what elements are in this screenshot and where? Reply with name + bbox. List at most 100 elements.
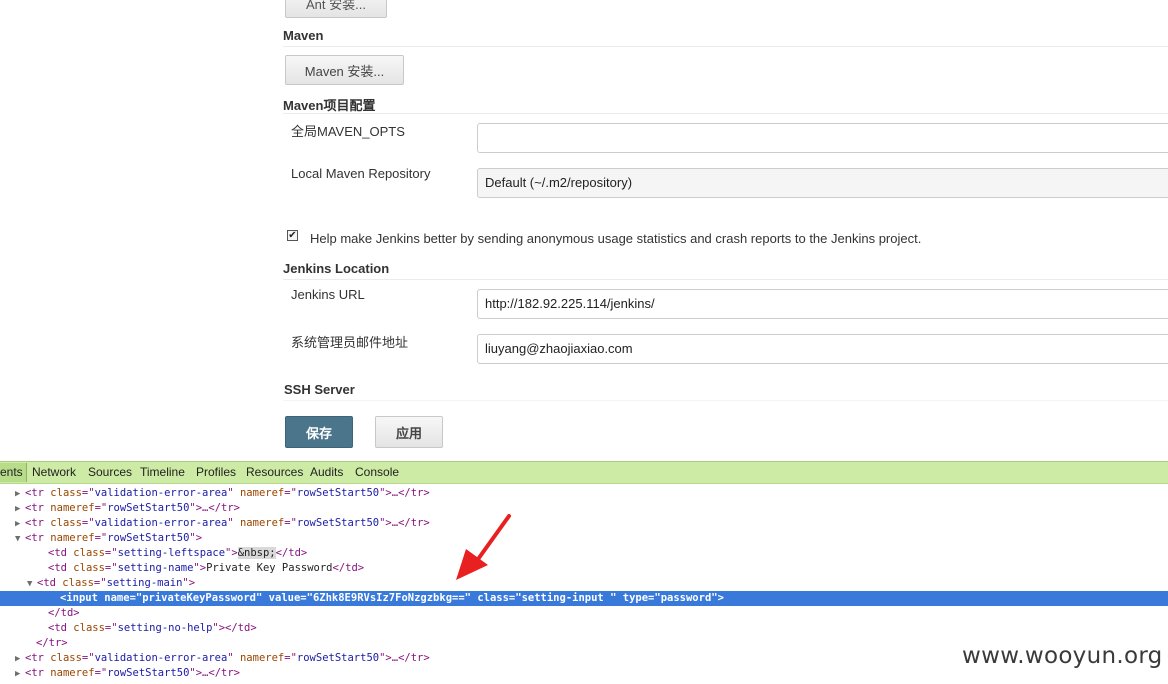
attr-name: class — [50, 517, 82, 529]
attr-name: type — [622, 592, 649, 604]
attr-value: validation-error-area — [94, 487, 228, 499]
attr-name: class — [73, 547, 105, 559]
collapse-triangle-icon[interactable]: ▼ — [15, 532, 25, 547]
expand-triangle-icon[interactable]: ▶ — [15, 502, 25, 517]
expand-triangle-icon[interactable]: ▶ — [15, 667, 25, 682]
expand-triangle-icon[interactable]: ▶ — [15, 517, 25, 532]
dom-node[interactable]: <td class="setting-leftspace">&nbsp;</td… — [0, 546, 1168, 561]
attr-name: class — [50, 487, 82, 499]
dom-node[interactable]: ▶ <tr class="validation-error-area" namer… — [0, 516, 1168, 531]
tab-audits[interactable]: Audits — [310, 465, 343, 479]
attr-value: password — [660, 592, 712, 604]
attr-name: nameref — [239, 487, 285, 499]
tag-close: ></td> — [218, 622, 257, 634]
tag-open: <td — [37, 577, 63, 589]
maven-opts-label: 全局MAVEN_OPTS — [291, 124, 405, 139]
usage-stats-label: Help make Jenkins better by sending anon… — [310, 231, 922, 246]
attr-name: value — [268, 592, 301, 604]
attr-value: rowSetStart50 — [296, 652, 380, 664]
tab-sources[interactable]: Sources — [88, 465, 132, 479]
tab-console[interactable]: Console — [355, 465, 399, 479]
usage-stats-checkbox[interactable]: ✔ — [287, 230, 298, 241]
ssh-server-header: SSH Server — [284, 382, 355, 397]
tag-close: >…</tr> — [385, 517, 430, 529]
dom-node[interactable]: ▶ <tr class="validation-error-area" namer… — [0, 486, 1168, 501]
attr-value: rowSetStart50 — [107, 502, 190, 514]
node-text: Private Key Password — [206, 562, 333, 574]
attr-value: validation-error-area — [94, 517, 228, 529]
apply-button[interactable]: 应用 — [375, 416, 443, 448]
attr-name: class — [73, 562, 105, 574]
dom-node[interactable]: </td> — [0, 606, 1168, 621]
tag-close: > — [231, 547, 238, 559]
tag-close: >…</tr> — [195, 502, 240, 514]
tab-profiles[interactable]: Profiles — [196, 465, 236, 479]
section-divider — [283, 279, 1168, 280]
admin-email-label: 系统管理员邮件地址 — [291, 335, 409, 350]
attr-value: rowSetStart50 — [107, 667, 190, 679]
maven-section-header: Maven — [283, 28, 324, 43]
tag-close: > — [188, 577, 196, 589]
attr-value: setting-main — [106, 577, 183, 589]
dom-node[interactable]: ▼ <tr nameref="rowSetStart50"> — [0, 531, 1168, 546]
tab-resources[interactable]: Resources — [246, 465, 303, 479]
section-divider — [283, 113, 1168, 114]
tag-open: <tr — [25, 502, 51, 514]
tab-elements[interactable]: ents — [0, 463, 27, 482]
tag-close: </td> — [332, 562, 365, 574]
expand-triangle-icon[interactable]: ▶ — [15, 652, 25, 667]
maven-config-header: Maven项目配置 — [283, 98, 376, 113]
dom-node[interactable]: <td class="setting-name">Private Key Pas… — [0, 561, 1168, 576]
attr-value: rowSetStart50 — [296, 487, 380, 499]
tag-close: </td> — [275, 547, 308, 559]
dom-node[interactable]: ▼ <td class="setting-main"> — [0, 576, 1168, 591]
tag-open: </tr> — [36, 637, 68, 649]
tag-open: <tr — [25, 517, 51, 529]
dom-node-selected[interactable]: <input name="privateKeyPassword" value="… — [0, 591, 1168, 606]
ant-install-button[interactable]: Ant 安装... — [285, 0, 387, 18]
attr-value: privateKeyPassword — [142, 592, 257, 604]
local-maven-repo-select[interactable]: Default (~/.m2/repository) — [477, 168, 1168, 198]
admin-email-input[interactable]: liuyang@zhaojiaxiao.com — [477, 334, 1168, 364]
tag-close: > — [717, 592, 724, 604]
tag-close: >…</tr> — [385, 487, 430, 499]
save-button[interactable]: 保存 — [285, 416, 353, 448]
section-divider — [283, 46, 1168, 47]
attr-name: name — [104, 592, 130, 604]
attr-name: class — [50, 652, 82, 664]
tag-close: >…</tr> — [195, 667, 240, 679]
attr-name: nameref — [239, 652, 285, 664]
entity-text: &nbsp; — [237, 547, 276, 559]
dom-node[interactable]: ▶ <tr nameref="rowSetStart50">…</tr> — [0, 501, 1168, 516]
local-maven-repo-label: Local Maven Repository — [291, 166, 431, 181]
maven-install-button[interactable]: Maven 安装... — [285, 55, 404, 85]
tag-open: <input — [60, 592, 105, 604]
attr-value: validation-error-area — [94, 652, 228, 664]
attr-name: nameref — [50, 532, 95, 544]
jenkins-url-label: Jenkins URL — [291, 287, 365, 302]
attr-name: nameref — [50, 502, 95, 514]
dom-node[interactable]: <td class="setting-no-help"></td> — [0, 621, 1168, 636]
maven-opts-input[interactable] — [477, 123, 1168, 153]
attr-value: rowSetStart50 — [107, 532, 190, 544]
attr-value: rowSetStart50 — [296, 517, 380, 529]
jenkins-url-input[interactable]: http://182.92.225.114/jenkins/ — [477, 289, 1168, 319]
collapse-triangle-icon[interactable]: ▼ — [27, 577, 37, 592]
attr-name: nameref — [50, 667, 95, 679]
devtools-toolbar: ents Network Sources Timeline Profiles R… — [0, 461, 1168, 484]
tab-timeline[interactable]: Timeline — [140, 465, 185, 479]
tag-open: <tr — [25, 532, 51, 544]
jenkins-location-header: Jenkins Location — [283, 261, 390, 276]
attr-value: setting-leftspace — [117, 547, 226, 559]
section-divider — [283, 400, 1168, 401]
tab-network[interactable]: Network — [32, 465, 76, 479]
tag-open: <td — [48, 562, 74, 574]
expand-triangle-icon[interactable]: ▶ — [15, 487, 25, 502]
tag-open: <tr — [25, 487, 51, 499]
tag-open: <td — [48, 547, 74, 559]
attr-name: class — [73, 622, 105, 634]
attr-value: setting-name — [117, 562, 194, 574]
attr-value: setting-input — [521, 592, 611, 604]
attr-name: class — [477, 592, 509, 604]
attr-value: 6Zhk8E9RVsIz7FoNzgzbkg== — [312, 592, 465, 604]
